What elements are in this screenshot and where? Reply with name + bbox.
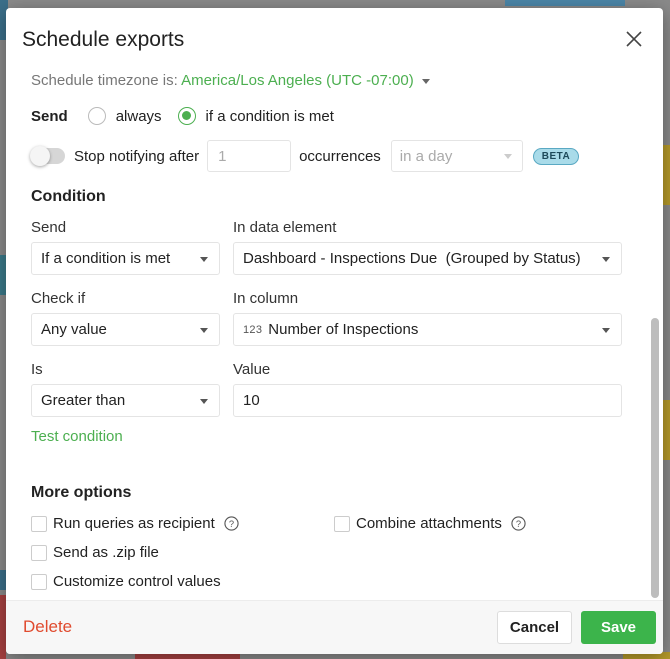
send-zip-label[interactable]: Send as .zip file — [53, 544, 159, 561]
period-value: in a day — [399, 147, 453, 165]
radio-always[interactable] — [87, 107, 106, 125]
column-label: In column — [233, 290, 299, 307]
check-if-select[interactable]: Any value — [31, 313, 220, 346]
value-input[interactable]: 10 — [233, 384, 622, 417]
test-condition-link[interactable]: Test condition — [31, 428, 123, 445]
occurrence-count-input[interactable]: 1 — [207, 140, 292, 172]
chevron-down-icon — [421, 78, 430, 84]
radio-condition-label[interactable]: if a condition is met — [206, 108, 334, 125]
timezone-selector[interactable]: America/Los Angeles (UTC -07:00) — [181, 72, 430, 89]
send-zip-option[interactable]: Send as .zip file — [31, 544, 159, 561]
chevron-down-icon — [200, 328, 208, 333]
beta-badge: BETA — [532, 147, 580, 165]
operator-label: Is — [31, 361, 43, 378]
send-mode-row: Send always if a condition is met — [31, 107, 350, 125]
run-as-recipient-label[interactable]: Run queries as recipient — [53, 515, 215, 532]
send-zip-checkbox[interactable] — [31, 544, 47, 561]
run-as-recipient-checkbox[interactable] — [31, 515, 47, 532]
combine-attachments-label[interactable]: Combine attachments — [356, 515, 502, 532]
backdrop-fragment — [663, 400, 670, 460]
close-button[interactable] — [623, 28, 645, 50]
svg-text:?: ? — [516, 519, 521, 529]
help-icon[interactable]: ? — [511, 516, 526, 531]
timezone-value: America/Los Angeles (UTC -07:00) — [181, 72, 414, 89]
condition-send-value: If a condition is met — [41, 250, 171, 267]
delete-button[interactable]: Delete — [23, 617, 72, 637]
check-if-value: Any value — [41, 321, 107, 338]
data-element-label: In data element — [233, 219, 337, 236]
timezone-row: Schedule timezone is: America/Los Angele… — [31, 72, 430, 89]
timezone-prefix: Schedule timezone is: — [31, 72, 178, 89]
data-element-value: Dashboard - Inspections Due (Grouped by … — [243, 250, 581, 267]
run-as-recipient-option[interactable]: Run queries as recipient ? — [31, 515, 239, 532]
dialog-title: Schedule exports — [22, 28, 185, 51]
dialog-scrollbar[interactable] — [650, 68, 660, 600]
chevron-down-icon — [200, 399, 208, 404]
combine-attachments-checkbox[interactable] — [334, 515, 350, 532]
dialog-footer: Delete Cancel Save — [6, 600, 663, 654]
period-select[interactable]: in a day — [390, 140, 523, 172]
send-mode-label: Send — [31, 107, 68, 125]
occurrences-label: occurrences — [299, 147, 381, 165]
customize-controls-checkbox[interactable] — [31, 573, 47, 590]
value-label: Value — [233, 361, 271, 378]
stop-notifying-row: Stop notifying after 1 occurrences in a … — [30, 140, 580, 172]
scrollbar-thumb[interactable] — [651, 318, 659, 598]
numeric-type-icon: 123 — [243, 323, 263, 336]
check-if-label: Check if — [31, 290, 86, 307]
operator-value: Greater than — [41, 392, 126, 409]
cancel-button[interactable]: Cancel — [497, 611, 572, 644]
data-element-select[interactable]: Dashboard - Inspections Due (Grouped by … — [233, 242, 622, 275]
combine-attachments-option[interactable]: Combine attachments ? — [334, 515, 526, 532]
save-button[interactable]: Save — [581, 611, 656, 644]
column-value: Number of Inspections — [268, 321, 419, 338]
chevron-down-icon — [503, 154, 512, 159]
customize-controls-label[interactable]: Customize control values — [53, 573, 221, 590]
condition-heading: Condition — [31, 188, 106, 205]
customize-controls-option[interactable]: Customize control values — [31, 573, 221, 590]
chevron-down-icon — [602, 328, 610, 333]
backdrop-fragment — [505, 0, 625, 6]
more-options-heading: More options — [31, 484, 132, 501]
svg-text:?: ? — [229, 519, 234, 529]
condition-send-select[interactable]: If a condition is met — [31, 242, 220, 275]
radio-always-label[interactable]: always — [116, 108, 162, 125]
dialog-body: Schedule timezone is: America/Los Angele… — [6, 60, 651, 600]
condition-send-label: Send — [31, 219, 67, 236]
column-select[interactable]: 123 Number of Inspections — [233, 313, 622, 346]
backdrop-fragment — [663, 145, 670, 205]
stop-notifying-label: Stop notifying after — [74, 147, 200, 165]
stop-notifying-toggle[interactable] — [30, 146, 65, 166]
help-icon[interactable]: ? — [224, 516, 239, 531]
schedule-exports-dialog: Schedule exports Schedule timezone is: A… — [6, 8, 663, 654]
chevron-down-icon — [200, 257, 208, 262]
operator-select[interactable]: Greater than — [31, 384, 220, 417]
chevron-down-icon — [602, 257, 610, 262]
close-icon — [626, 31, 642, 47]
radio-condition[interactable] — [177, 107, 196, 125]
